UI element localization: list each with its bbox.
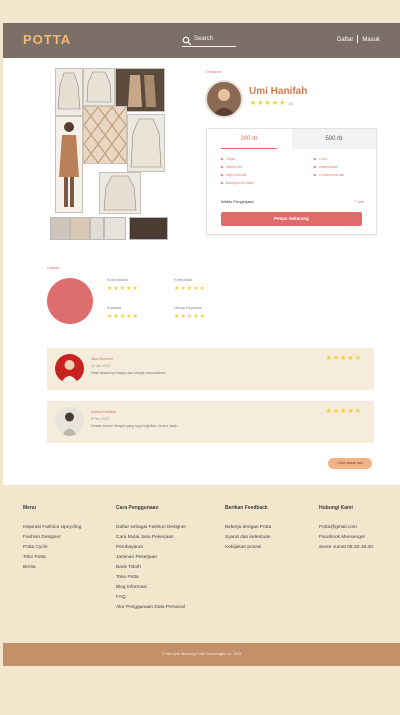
main-content: Desainer Umi Hanifah ★★★★★ (5) 200 rb 500… xyxy=(3,58,400,485)
garment-sketch xyxy=(83,68,115,106)
reviewer-name: Nisa Mahmud xyxy=(91,357,113,361)
logo[interactable]: POTTA xyxy=(23,32,71,47)
order-button[interactable]: Pesan Sekarang xyxy=(221,212,362,226)
footer-link[interactable]: Potta@gmail.com xyxy=(319,523,373,533)
review-stars: ★★★★★ xyxy=(325,408,362,415)
thumbnail[interactable] xyxy=(70,217,90,240)
search-icon xyxy=(182,36,192,46)
footer-link[interactable]: Pembayaran xyxy=(116,543,186,553)
footer-link[interactable]: Bekerja dengan Potta xyxy=(225,523,271,533)
work-duration-label: Waktu Pengerjaan xyxy=(221,199,254,204)
more-reviews-button[interactable]: Lihat ulasan lain xyxy=(328,458,372,469)
copyright-bar: © Hak cipta dilindungi Potta Technologie… xyxy=(3,643,400,666)
footer: Menu Inspirasi Fashion Upcycling Fashion… xyxy=(3,485,400,665)
tab-price-basic[interactable]: 200 rb xyxy=(207,129,291,149)
criteria-label: Komunikasi xyxy=(107,277,128,282)
reviewer-avatar xyxy=(55,407,84,436)
product-gallery[interactable] xyxy=(47,68,165,214)
footer-link[interactable]: Toko Potta xyxy=(116,573,186,583)
footer-link[interactable]: Bank Tokoh xyxy=(116,563,186,573)
criteria-label: Kualitas xyxy=(107,305,122,310)
criteria-label: Ketepatan xyxy=(174,277,193,282)
model-photo xyxy=(55,116,83,213)
footer-contact: Hubungi Kami Potta@gmail.com Facebook Me… xyxy=(319,505,373,553)
reviewer-name: Annisa Fadhilah xyxy=(91,410,117,414)
search-placeholder: Search xyxy=(194,36,214,42)
review-text: Desain sesuai dengan yang saya inginkan,… xyxy=(91,424,178,428)
footer-heading: Berikan Feedback xyxy=(225,505,268,511)
footer-link[interactable]: Blog Informasi xyxy=(116,583,186,593)
feature-item: Color xyxy=(314,157,327,161)
footer-link[interactable]: Daftar sebagai Fashion Designer xyxy=(116,523,186,533)
review-card: Annisa Fadhilah 8 Feb 2023 Desain sesuai… xyxy=(47,401,374,443)
rating-score-circle xyxy=(47,278,93,324)
tab-price-premium[interactable]: 500 rb xyxy=(292,129,376,149)
footer-link[interactable]: Potta Cycle xyxy=(23,543,81,553)
footer-link[interactable]: Inspirasi Fashion Upcycling xyxy=(23,523,81,533)
top-navbar: POTTA Search Daftar Masuk xyxy=(3,23,400,58)
footer-heading: Hubungi Kami xyxy=(319,505,353,511)
thumbnail[interactable] xyxy=(50,217,70,240)
designer-name[interactable]: Umi Hanifah xyxy=(249,86,307,97)
pricing-card: 200 rb 500 rb Objek Warna file High reso… xyxy=(206,128,377,235)
register-link[interactable]: Daftar xyxy=(333,37,357,43)
fabric-pattern xyxy=(83,106,127,164)
footer-feedback: Berikan Feedback Bekerja dengan Potta Sy… xyxy=(225,505,271,553)
star-rating: ★★★★★ xyxy=(250,100,287,107)
review-date: 12 Jan 2023 xyxy=(91,364,111,368)
footer-link[interactable]: Berita xyxy=(23,563,81,573)
footer-link[interactable]: Kebijakan privasi xyxy=(225,543,271,553)
footer-usage: Cara Penggunaan Daftar sebagai Fashion D… xyxy=(116,505,186,613)
footer-link[interactable]: Syarat dan ketentuan xyxy=(225,533,271,543)
footer-link[interactable]: Jaminan Pekerjaan xyxy=(116,553,186,563)
garment-sketch xyxy=(127,114,165,172)
footer-link[interactable]: Fashion Designer xyxy=(23,533,81,543)
reviewer-avatar xyxy=(55,354,84,383)
footer-link[interactable]: FAQ xyxy=(116,593,186,603)
designer-label: Desainer xyxy=(206,69,223,74)
criteria-stars: ★★★★★ xyxy=(107,286,139,292)
feature-item: Objek xyxy=(221,157,235,161)
footer-link[interactable]: Toko Potta xyxy=(23,553,81,563)
feature-item: Hitam/dasar xyxy=(314,165,338,169)
designer-rating: ★★★★★ (5) xyxy=(250,99,293,107)
review-date: 8 Feb 2023 xyxy=(91,417,109,421)
footer-heading: Menu xyxy=(23,505,37,511)
feature-item: High resolusi xyxy=(221,173,246,177)
criteria-label: Harga Sepadan xyxy=(174,305,203,310)
footer-link[interactable]: Senin-Jumat 08.30-18.30 xyxy=(319,543,373,553)
page: POTTA Search Daftar Masuk Desainer Umi H… xyxy=(3,23,400,715)
criteria-stars: ★★★★★ xyxy=(107,314,139,320)
garment-sketch xyxy=(55,68,83,116)
footer-menu: Menu Inspirasi Fashion Upcycling Fashion… xyxy=(23,505,81,573)
footer-link[interactable]: Facebook Messenger xyxy=(319,533,373,543)
garment-sketch xyxy=(99,172,141,214)
auth-links: Daftar Masuk xyxy=(333,35,384,43)
feature-item: Warna file xyxy=(221,165,242,169)
footer-link[interactable]: Alur Penggunaan Data Personal xyxy=(116,603,186,613)
designer-avatar[interactable] xyxy=(205,80,243,118)
review-text: Hasil desainnya bagus dan sangat memuask… xyxy=(91,371,166,375)
thumbnail[interactable] xyxy=(129,217,168,240)
ratings-label: Ulasan xyxy=(47,265,60,270)
feature-item: Background hitam xyxy=(221,181,254,185)
criteria-stars: ★★★★★ xyxy=(174,314,206,320)
footer-link[interactable]: Cara Mulai Jasa Pekerjaan xyxy=(116,533,186,543)
review-card: Nisa Mahmud 12 Jan 2023 Hasil desainnya … xyxy=(47,348,374,390)
review-stars: ★★★★★ xyxy=(325,355,362,362)
criteria-stars: ★★★★★ xyxy=(174,286,206,292)
login-link[interactable]: Masuk xyxy=(358,37,384,43)
search-input[interactable]: Search xyxy=(182,36,236,47)
footer-heading: Cara Penggunaan xyxy=(116,505,159,511)
thumbnail[interactable] xyxy=(104,217,126,240)
work-duration-value: 7 hari xyxy=(353,199,364,204)
rating-count: (5) xyxy=(288,101,294,106)
feature-item: Commercial use xyxy=(314,173,344,177)
thumbnail[interactable] xyxy=(90,217,104,240)
